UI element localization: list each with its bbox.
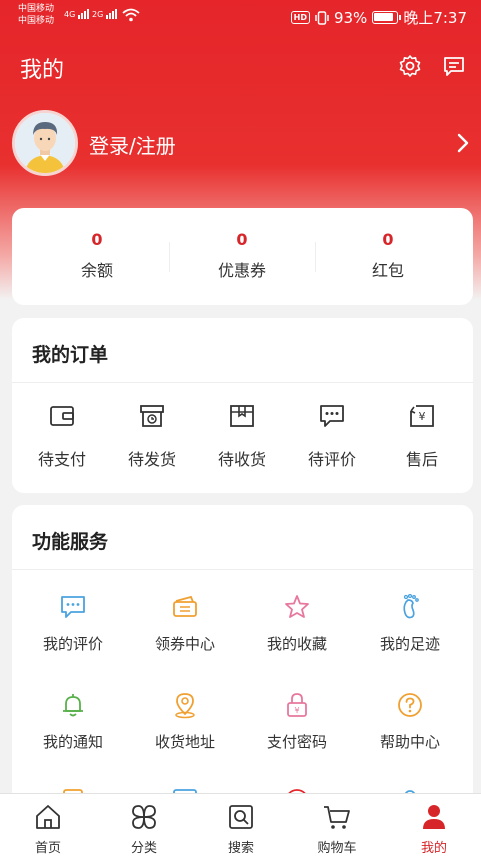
battery-icon <box>372 11 402 24</box>
service-label: 我的足迹 <box>379 635 440 653</box>
carrier-2: 中国移动 <box>18 16 55 26</box>
balance-value: 0 <box>91 230 103 249</box>
orders-title: 我的订单 <box>32 344 109 366</box>
login-register-link[interactable]: 登录/注册 <box>89 130 176 159</box>
red-packet-label: 红包 <box>371 261 404 280</box>
balance-card: 0 余额 0 优惠券 0 红包 <box>12 208 473 305</box>
service-label: 我的通知 <box>42 733 103 751</box>
user-icon <box>423 805 445 829</box>
message-icon[interactable] <box>442 54 466 78</box>
chat-icon <box>61 596 85 618</box>
nav-label: 分类 <box>130 841 157 856</box>
nav-cart[interactable]: 购物车 <box>289 802 385 856</box>
hd-badge: HD <box>290 11 310 24</box>
services-card: 功能服务 我的评价 领券中心 我的收藏 我的足迹 我的通知 收货地址 ¥ 支付密… <box>12 505 473 805</box>
nav-label: 购物车 <box>317 841 357 856</box>
lock-icon: ¥ <box>287 693 307 717</box>
order-label: 售后 <box>405 450 438 469</box>
divider <box>12 569 473 570</box>
red-packet-item[interactable]: 0 红包 <box>313 230 463 281</box>
coupon-label: 优惠券 <box>217 261 266 280</box>
service-label: 领券中心 <box>154 635 215 653</box>
svg-text:¥: ¥ <box>419 410 426 423</box>
service-label: 我的评价 <box>42 635 103 653</box>
service-footprints[interactable]: 我的足迹 <box>355 593 465 654</box>
order-pending-review[interactable]: 待评价 <box>287 402 377 470</box>
profile-login-row[interactable]: 登录/注册 <box>12 110 472 178</box>
signal-1: 4G <box>64 9 90 19</box>
balance-label: 余额 <box>80 261 113 280</box>
settings-icon[interactable] <box>398 54 422 78</box>
coupon-value: 0 <box>236 230 248 249</box>
nav-mine[interactable]: 我的 <box>386 802 481 856</box>
service-help-center[interactable]: 帮助中心 <box>355 691 465 752</box>
service-pay-password[interactable]: ¥ 支付密码 <box>242 691 352 752</box>
search-icon <box>229 805 253 829</box>
footprint-icon <box>403 593 419 619</box>
service-notifications[interactable]: 我的通知 <box>18 691 128 752</box>
star-icon <box>285 595 309 618</box>
home-icon <box>36 805 60 829</box>
order-label: 待发货 <box>127 450 176 469</box>
avatar-image <box>15 113 75 173</box>
wallet-icon <box>50 406 74 426</box>
carrier-info: 中国移动 中国移动 <box>18 3 54 27</box>
order-label: 待支付 <box>37 450 86 469</box>
order-pending-shipment[interactable]: 待发货 <box>107 402 197 470</box>
orders-card: 我的订单 待支付 待发货 待收货 待评价 ¥ 售后 <box>12 318 473 493</box>
services-title: 功能服务 <box>32 531 109 553</box>
battery-percent: 93% <box>333 8 368 27</box>
service-label: 我的收藏 <box>266 635 327 653</box>
signal-2: 2G <box>92 9 118 19</box>
cart-icon <box>324 806 350 829</box>
bottom-nav: 首页 分类 搜索 购物车 我的 <box>0 793 481 861</box>
category-icon <box>132 805 156 829</box>
page-title: 我的 <box>20 58 65 83</box>
nav-label: 我的 <box>420 841 447 856</box>
service-label: 帮助中心 <box>379 733 440 751</box>
status-right: HD 93% 晚上7:37 <box>290 7 467 28</box>
coupon-item[interactable]: 0 优惠券 <box>167 230 317 281</box>
service-coupon-center[interactable]: 领券中心 <box>130 593 240 654</box>
coupon-icon <box>173 595 197 617</box>
red-packet-value: 0 <box>382 230 394 249</box>
yen-return-icon: ¥ <box>410 405 434 427</box>
carrier-1: 中国移动 <box>18 4 55 14</box>
nav-label: 搜索 <box>227 841 254 856</box>
clock: 晚上7:37 <box>403 9 467 27</box>
box-clock-icon <box>140 405 164 427</box>
order-after-sales[interactable]: ¥ 售后 <box>377 402 467 470</box>
bell-icon <box>63 694 83 717</box>
nav-search[interactable]: 搜索 <box>193 802 289 856</box>
package-icon <box>230 405 254 427</box>
order-pending-payment[interactable]: 待支付 <box>17 402 107 470</box>
service-favorites[interactable]: 我的收藏 <box>242 593 352 654</box>
chevron-right-icon[interactable] <box>456 132 470 154</box>
service-my-reviews[interactable]: 我的评价 <box>18 593 128 654</box>
nav-home[interactable]: 首页 <box>0 802 96 856</box>
wifi-icon <box>122 8 140 22</box>
service-addresses[interactable]: 收货地址 <box>130 691 240 752</box>
service-label: 收货地址 <box>154 733 215 751</box>
vibrate-icon <box>315 10 329 25</box>
divider <box>12 382 473 383</box>
chat-dots-icon <box>320 405 344 427</box>
svg-text:¥: ¥ <box>294 706 299 715</box>
avatar[interactable] <box>12 110 78 176</box>
location-icon <box>175 693 195 719</box>
status-bar: 中国移动 中国移动 4G 2G HD 93% 晚上7:37 <box>0 0 481 34</box>
order-label: 待收货 <box>217 450 266 469</box>
balance-item[interactable]: 0 余额 <box>22 230 172 281</box>
service-label: 支付密码 <box>266 733 327 751</box>
help-icon <box>398 693 422 717</box>
nav-label: 首页 <box>34 841 61 856</box>
nav-category[interactable]: 分类 <box>96 802 192 856</box>
order-pending-receipt[interactable]: 待收货 <box>197 402 287 470</box>
order-label: 待评价 <box>307 450 356 469</box>
